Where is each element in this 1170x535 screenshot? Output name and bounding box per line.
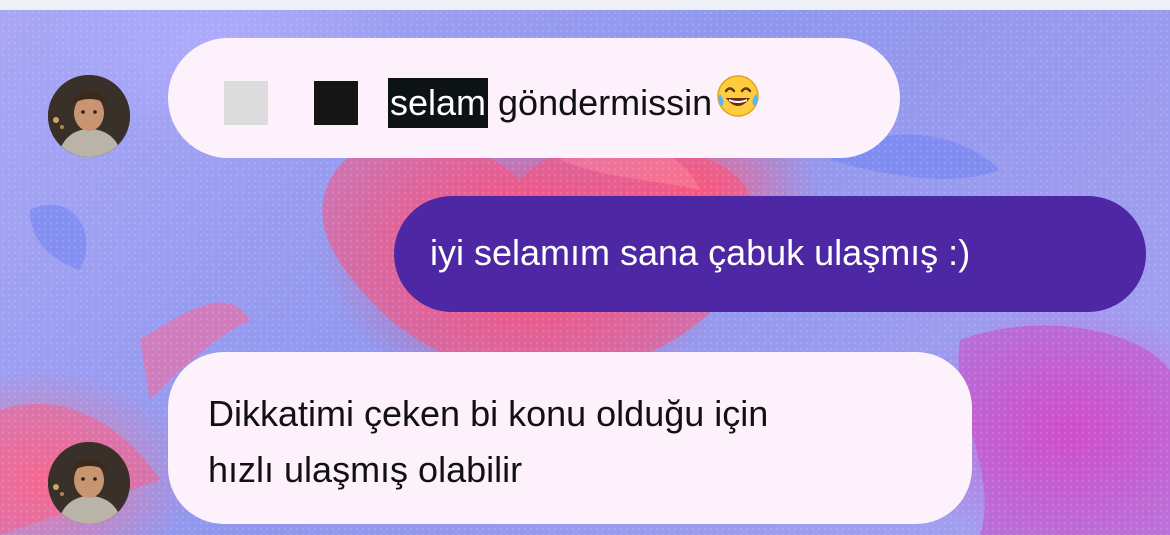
avatar-image (48, 442, 130, 524)
message-bubble-incoming[interactable]: Dikkatimi çeken bi konu olduğu için hızl… (168, 352, 972, 524)
message-content: selam göndermissin (224, 72, 762, 133)
message-text: iyi selamım sana çabuk ulaşmış :) (430, 232, 971, 273)
message-line: Dikkatimi çeken bi konu olduğu için (208, 393, 769, 434)
redacted-block-dark (314, 80, 358, 125)
redacted-block-light (224, 80, 268, 125)
top-bar (0, 0, 1170, 10)
message-line: hızlı ulaşmış olabilir (208, 449, 523, 490)
laughing-emoji-icon (714, 72, 762, 133)
user-avatar[interactable] (48, 442, 130, 524)
avatar-image (48, 75, 130, 157)
user-avatar[interactable] (48, 75, 130, 157)
highlighted-word[interactable]: selam (388, 77, 489, 128)
message-bubble-incoming[interactable]: selam göndermissin (168, 38, 900, 158)
message-text: Dikkatimi çeken bi konu olduğu için hızl… (208, 386, 948, 498)
message-bubble-outgoing[interactable]: iyi selamım sana çabuk ulaşmış :) (394, 196, 1146, 312)
message-text: göndermissin (498, 81, 713, 123)
